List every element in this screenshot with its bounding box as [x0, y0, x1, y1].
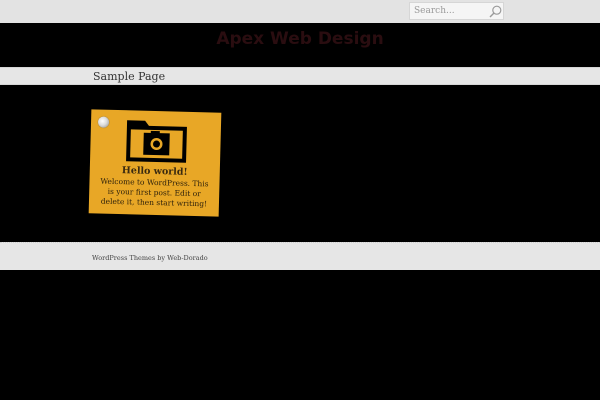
search-input[interactable] — [410, 3, 486, 19]
top-bar — [0, 0, 600, 23]
nav-item-sample-page[interactable]: Sample Page — [93, 70, 165, 83]
footer-credit: WordPress Themes by Web-Dorado — [92, 254, 208, 262]
search-icon[interactable] — [489, 5, 502, 18]
footer-credit-text: WordPress Themes by — [92, 254, 168, 262]
post-card[interactable]: Hello world! Welcome to WordPress. This … — [88, 109, 222, 217]
footer-link-web-dorado[interactable]: Web-Dorado — [167, 254, 208, 262]
camera-folder-icon[interactable] — [124, 114, 189, 165]
site-header: Apex Web Design — [0, 23, 600, 67]
post-excerpt: Welcome to WordPress. This is your first… — [100, 176, 209, 209]
main-nav: Sample Page — [0, 67, 600, 85]
site-title[interactable]: Apex Web Design — [0, 29, 600, 49]
pushpin-icon — [97, 116, 110, 128]
search-box — [409, 2, 504, 20]
site-footer: WordPress Themes by Web-Dorado — [0, 242, 600, 270]
